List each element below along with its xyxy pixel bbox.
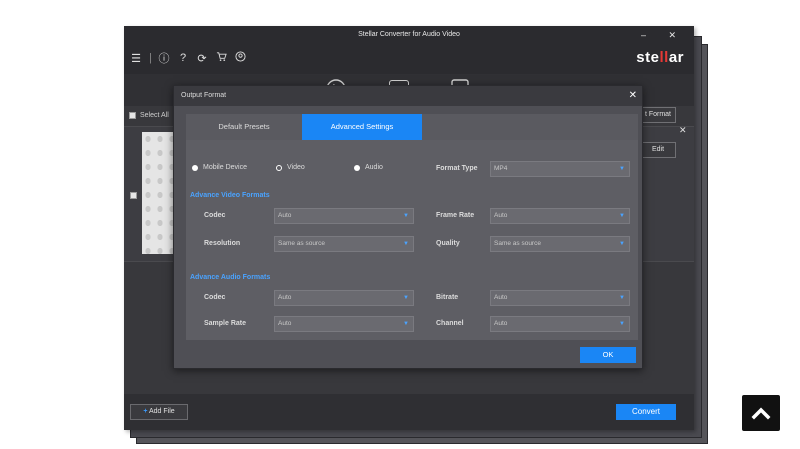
bitrate-label: Bitrate [436,294,459,301]
radio-button-selected[interactable] [276,164,282,171]
chevron-down-icon: ▼ [403,213,409,219]
resolution-select[interactable]: Same as source ▼ [274,236,414,252]
frame-rate-label: Frame Rate [436,212,475,219]
radio-mobile-device[interactable]: Mobile Device [192,164,247,171]
window-title: Stellar Converter for Audio Video [358,31,460,38]
video-codec-select[interactable]: Auto ▼ [274,208,414,224]
cart-icon[interactable] [215,51,227,65]
separator: | [149,52,152,64]
tab-bar: Default Presets Advanced Settings [186,114,638,140]
tab-advanced-settings[interactable]: Advanced Settings [302,114,422,140]
video-codec-label: Codec [204,212,226,219]
radio-video[interactable]: Video [276,164,305,171]
chevron-up-icon [751,407,771,420]
radio-button[interactable] [192,164,198,171]
video-section-heading: Advance Video Formats [190,192,270,199]
close-icon[interactable]: ✕ [629,86,637,106]
output-format-dialog: Output Format ✕ Default Presets Advanced… [173,85,643,369]
plus-icon: + [143,408,148,415]
frame-rate-select[interactable]: Auto ▼ [490,208,630,224]
help-icon[interactable]: ? [177,52,189,64]
radio-audio[interactable]: Audio [354,164,383,171]
footer-bar [124,394,694,430]
scroll-to-top-button[interactable] [742,395,780,431]
chevron-down-icon: ▼ [619,295,625,301]
audio-section-heading: Advance Audio Formats [190,274,271,281]
add-file-button[interactable]: + Add File [130,404,188,420]
advanced-settings-panel: Mobile Device Video Audio Format Type MP… [186,140,638,340]
format-type-label: Format Type [436,165,478,172]
audio-codec-select[interactable]: Auto ▼ [274,290,414,306]
dialog-title-bar: Output Format ✕ [174,86,642,106]
ok-button[interactable]: OK [580,347,636,363]
close-icon[interactable]: ✕ [679,125,687,136]
chevron-down-icon: ▼ [403,321,409,327]
quality-label: Quality [436,240,460,247]
menu-icon[interactable]: ☰ [130,52,142,65]
bitrate-select[interactable]: Auto ▼ [490,290,630,306]
sample-rate-label: Sample Rate [204,320,247,327]
toolbar: ☰ | ⓘ ? ⟳ stellar [124,44,694,74]
stellar-logo: stellar [636,49,684,66]
sample-rate-select[interactable]: Auto ▼ [274,316,414,332]
edit-button[interactable]: Edit [640,142,676,158]
quality-select[interactable]: Same as source ▼ [490,236,630,252]
title-bar: Stellar Converter for Audio Video – ✕ [124,26,694,44]
info-icon[interactable]: ⓘ [158,50,170,66]
row-checkbox[interactable] [130,192,137,199]
format-type-select[interactable]: MP4 ▼ [490,161,630,177]
user-icon[interactable] [234,51,246,65]
chevron-down-icon: ▼ [403,295,409,301]
channel-label: Channel [436,320,464,327]
channel-select[interactable]: Auto ▼ [490,316,630,332]
tab-default-presets[interactable]: Default Presets [186,114,302,140]
chevron-down-icon: ▼ [619,166,625,172]
chevron-down-icon: ▼ [619,321,625,327]
radio-button[interactable] [354,164,360,171]
dialog-title: Output Format [181,92,227,99]
resolution-label: Resolution [204,240,241,247]
select-all-checkbox[interactable] [129,112,136,119]
convert-button[interactable]: Convert [616,404,676,420]
window-controls[interactable]: – ✕ [641,26,686,44]
refresh-icon[interactable]: ⟳ [196,52,208,65]
audio-codec-label: Codec [204,294,226,301]
select-all[interactable]: Select All [129,112,169,119]
chevron-down-icon: ▼ [619,213,625,219]
chevron-down-icon: ▼ [403,241,409,247]
chevron-down-icon: ▼ [619,241,625,247]
